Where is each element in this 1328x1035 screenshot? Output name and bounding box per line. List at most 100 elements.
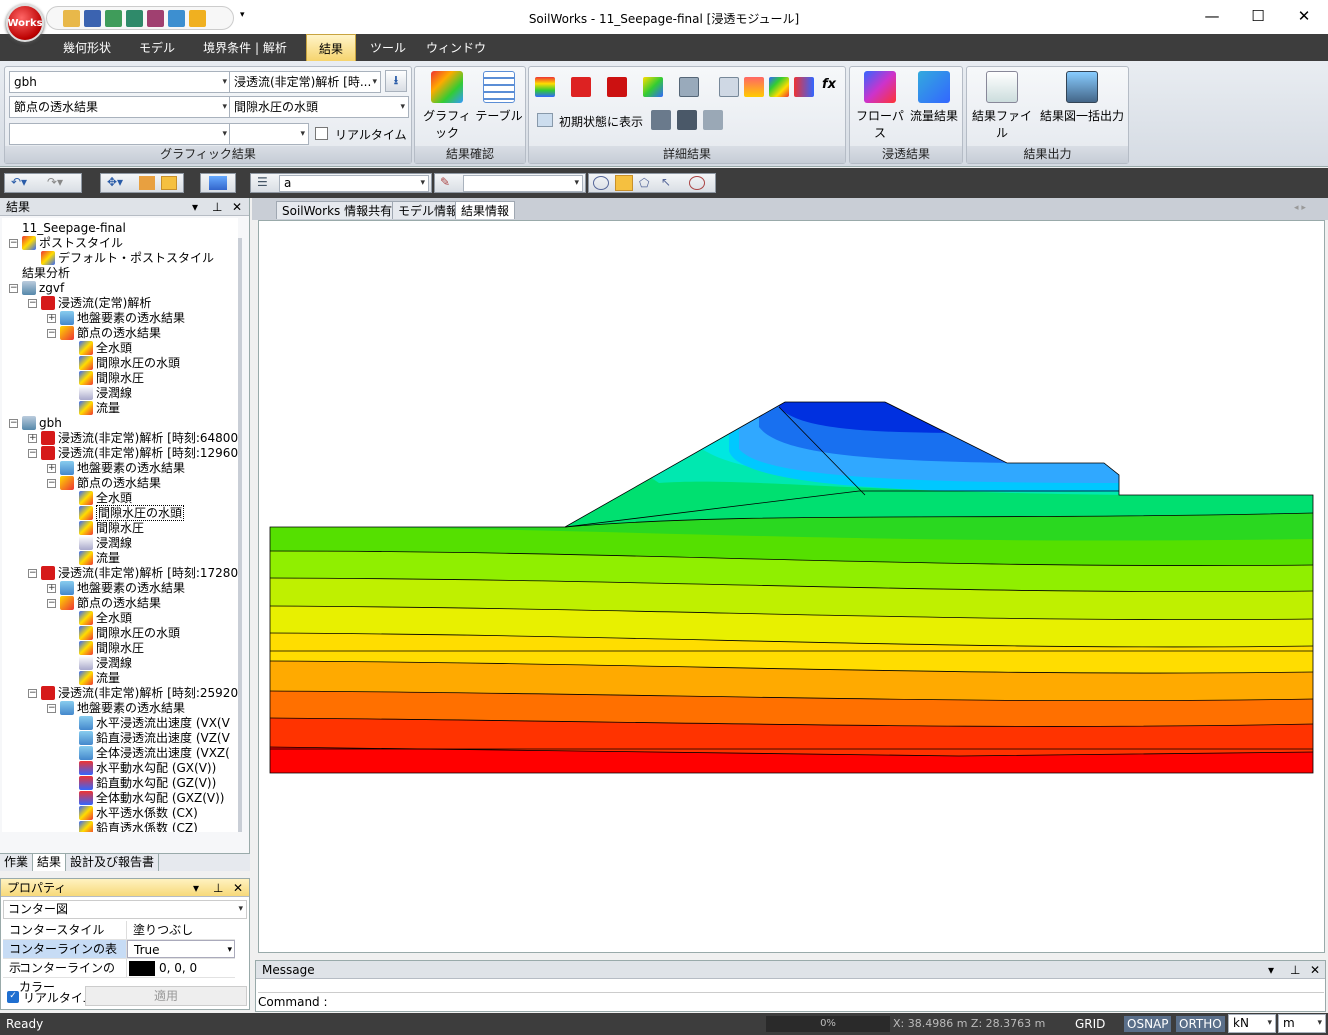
tree-node[interactable]: 全体動水勾配 (GXZ(V)) — [79, 791, 225, 806]
layer-combo[interactable]: a ▾ — [279, 175, 429, 192]
osnap-toggle[interactable]: OSNAP — [1124, 1016, 1172, 1032]
tree-node[interactable]: 水平浸透流出速度 (VX(V — [79, 716, 230, 731]
multi-color-icon[interactable] — [643, 77, 663, 97]
batch-output-button[interactable]: 結果図一括出力 — [1037, 71, 1127, 124]
target-icon[interactable] — [689, 176, 705, 190]
property-row[interactable]: コンタースタイル 塗りつぶし — [3, 921, 235, 940]
collapse-icon[interactable]: − — [28, 449, 37, 458]
tab-geometry[interactable]: 幾何形状 — [50, 34, 124, 61]
tree-node[interactable]: 水平透水係数 (CX) — [79, 806, 198, 821]
tab-model-info[interactable]: モデル情報 — [392, 201, 465, 219]
collapse-icon[interactable]: − — [47, 704, 56, 713]
expand-icon[interactable]: + — [47, 464, 56, 473]
fx-icon[interactable]: fx — [819, 77, 839, 97]
app-logo[interactable]: Works — [6, 4, 44, 42]
tree-node[interactable]: 節点の透水結果 — [60, 326, 161, 341]
result-file-button[interactable]: 結果ファイル — [969, 71, 1035, 141]
cursor-icon[interactable]: ↖ — [661, 175, 671, 189]
tab-result[interactable]: 結果 — [33, 854, 67, 871]
tree-node[interactable]: 浸潤線 — [79, 536, 132, 551]
tree-node[interactable]: 間隙水圧 — [79, 521, 144, 536]
realtime-check-icon[interactable]: ✓ — [7, 991, 19, 1003]
panel-close-icon[interactable]: ✕ — [233, 879, 243, 897]
pointer-icon[interactable]: ✥▾ — [107, 175, 123, 189]
flowpath-button[interactable]: フローパス — [852, 71, 908, 141]
tree-node[interactable]: 浸透流(非定常)解析 [時刻:64800 — [41, 431, 238, 446]
wire-icon[interactable] — [679, 77, 699, 97]
force-unit-select[interactable]: kN ▾ — [1228, 1014, 1276, 1033]
tree-scrollbar[interactable] — [238, 238, 242, 832]
tree-node[interactable]: 地盤要素の透水結果 — [60, 581, 185, 596]
expand-icon[interactable]: + — [47, 584, 56, 593]
tree-node[interactable]: 間隙水圧の水頭 — [79, 356, 180, 371]
property-type-combo[interactable]: コンター図 ▾ — [3, 900, 247, 919]
ortho-toggle[interactable]: ORTHO — [1176, 1016, 1225, 1032]
table-button[interactable]: テーブル — [475, 71, 523, 124]
tree-node[interactable]: 間隙水圧 — [79, 641, 144, 656]
zoom-icon[interactable] — [719, 77, 739, 97]
tree-node[interactable]: 浸潤線 — [79, 386, 132, 401]
panel-menu-icon[interactable]: ▾ — [1268, 961, 1274, 979]
tree-node[interactable]: 全水頭 — [79, 341, 132, 356]
result-type-combo[interactable]: 節点の透水結果 ▾ — [9, 96, 231, 118]
tree-node[interactable]: 節点の透水結果 — [60, 596, 161, 611]
tree-node[interactable]: 浸透流(非定常)解析 [時刻:17280 — [41, 566, 238, 581]
tree-node[interactable]: 全体浸透流出速度 (VXZ( — [79, 746, 230, 761]
graphic-button[interactable]: グラフィック — [419, 71, 475, 141]
initial-state-button[interactable]: 初期状態に表示 — [559, 113, 643, 130]
step-combo[interactable]: ▾ — [229, 123, 309, 145]
tab-boundary-analysis[interactable]: 境界条件 | 解析 — [192, 34, 298, 61]
close-icon[interactable]: ✕ — [1281, 0, 1327, 32]
tree-node[interactable]: 浸透流(非定常)解析 [時刻:25920 — [41, 686, 238, 701]
collapse-icon[interactable]: − — [28, 689, 37, 698]
expand-icon[interactable]: + — [28, 434, 37, 443]
flow-result-button[interactable]: 流量結果 — [908, 71, 960, 124]
tree-node[interactable]: zgvf — [22, 281, 64, 296]
case-combo[interactable]: 浸透流(非定常)解析 [時... ▾ — [229, 71, 381, 93]
tree-node[interactable]: 全水頭 — [79, 491, 132, 506]
tree-node[interactable]: 鉛直動水勾配 (GZ(V)) — [79, 776, 216, 791]
command-line[interactable]: Command : — [258, 992, 1324, 1010]
tab-nav-arrows[interactable]: ◂ ▸ — [1294, 203, 1306, 213]
tree-node[interactable]: 地盤要素の透水結果 — [60, 701, 185, 716]
tree-node[interactable]: 流量 — [79, 671, 120, 686]
collapse-icon[interactable]: − — [47, 479, 56, 488]
filter-combo[interactable]: ▾ — [463, 175, 583, 192]
result-tree[interactable]: 11_Seepage-final − ポストスタイル デフォルト・ポストスタイル 結果分… — [2, 218, 238, 832]
download-icon[interactable]: ⭳ — [385, 70, 407, 92]
collapse-icon[interactable]: − — [28, 569, 37, 578]
tree-node[interactable]: 鉛直浸透流出速度 (VZ(V — [79, 731, 230, 746]
redo-icon[interactable]: ↷▾ — [47, 175, 63, 189]
length-unit-select[interactable]: m ▾ — [1278, 1014, 1326, 1033]
tree-node[interactable]: 浸潤線 — [79, 656, 132, 671]
result-item-combo[interactable]: 間隙水圧の水頭 ▾ — [229, 96, 409, 118]
apply-button[interactable]: 適用 — [85, 986, 247, 1006]
tree-node[interactable]: 水平動水勾配 (GX(V)) — [79, 761, 216, 776]
tree-node[interactable]: 浸透流(定常)解析 — [41, 296, 151, 311]
color-swatch[interactable] — [129, 960, 155, 976]
collapse-icon[interactable]: − — [47, 599, 56, 608]
tree-node[interactable]: 11_Seepage-final — [22, 221, 126, 236]
tree-node[interactable]: 間隙水圧の水頭 — [79, 626, 180, 641]
polygon-select-icon[interactable]: ⬠ — [639, 176, 649, 190]
tab-tools[interactable]: ツール — [362, 34, 414, 61]
tab-result-info[interactable]: 結果情報 — [455, 201, 516, 219]
brush-icon[interactable]: ✎ — [440, 175, 450, 189]
tree-node[interactable]: 鉛直透水係数 (CZ) — [79, 821, 198, 832]
tree-node[interactable]: 結果分析 — [22, 266, 70, 281]
maximize-icon[interactable]: ☐ — [1235, 0, 1281, 32]
collapse-icon[interactable]: − — [28, 299, 37, 308]
camera-icon[interactable] — [651, 110, 671, 130]
collapse-icon[interactable]: − — [9, 284, 18, 293]
box-select-icon[interactable] — [615, 175, 633, 191]
tree-node[interactable]: 地盤要素の透水結果 — [60, 461, 185, 476]
tab-design-report[interactable]: 設計及び報告書 — [66, 854, 160, 871]
minimize-icon[interactable]: — — [1189, 0, 1235, 32]
realtime-checkbox[interactable] — [315, 127, 328, 140]
lock-icon[interactable] — [139, 176, 155, 190]
graph-icon[interactable] — [794, 77, 814, 97]
collapse-icon[interactable]: − — [47, 329, 56, 338]
pin-icon[interactable]: ⊥ — [213, 879, 223, 897]
tree-node[interactable]: デフォルト・ポストスタイル — [41, 251, 214, 266]
tree-node[interactable]: 間隙水圧 — [79, 371, 144, 386]
